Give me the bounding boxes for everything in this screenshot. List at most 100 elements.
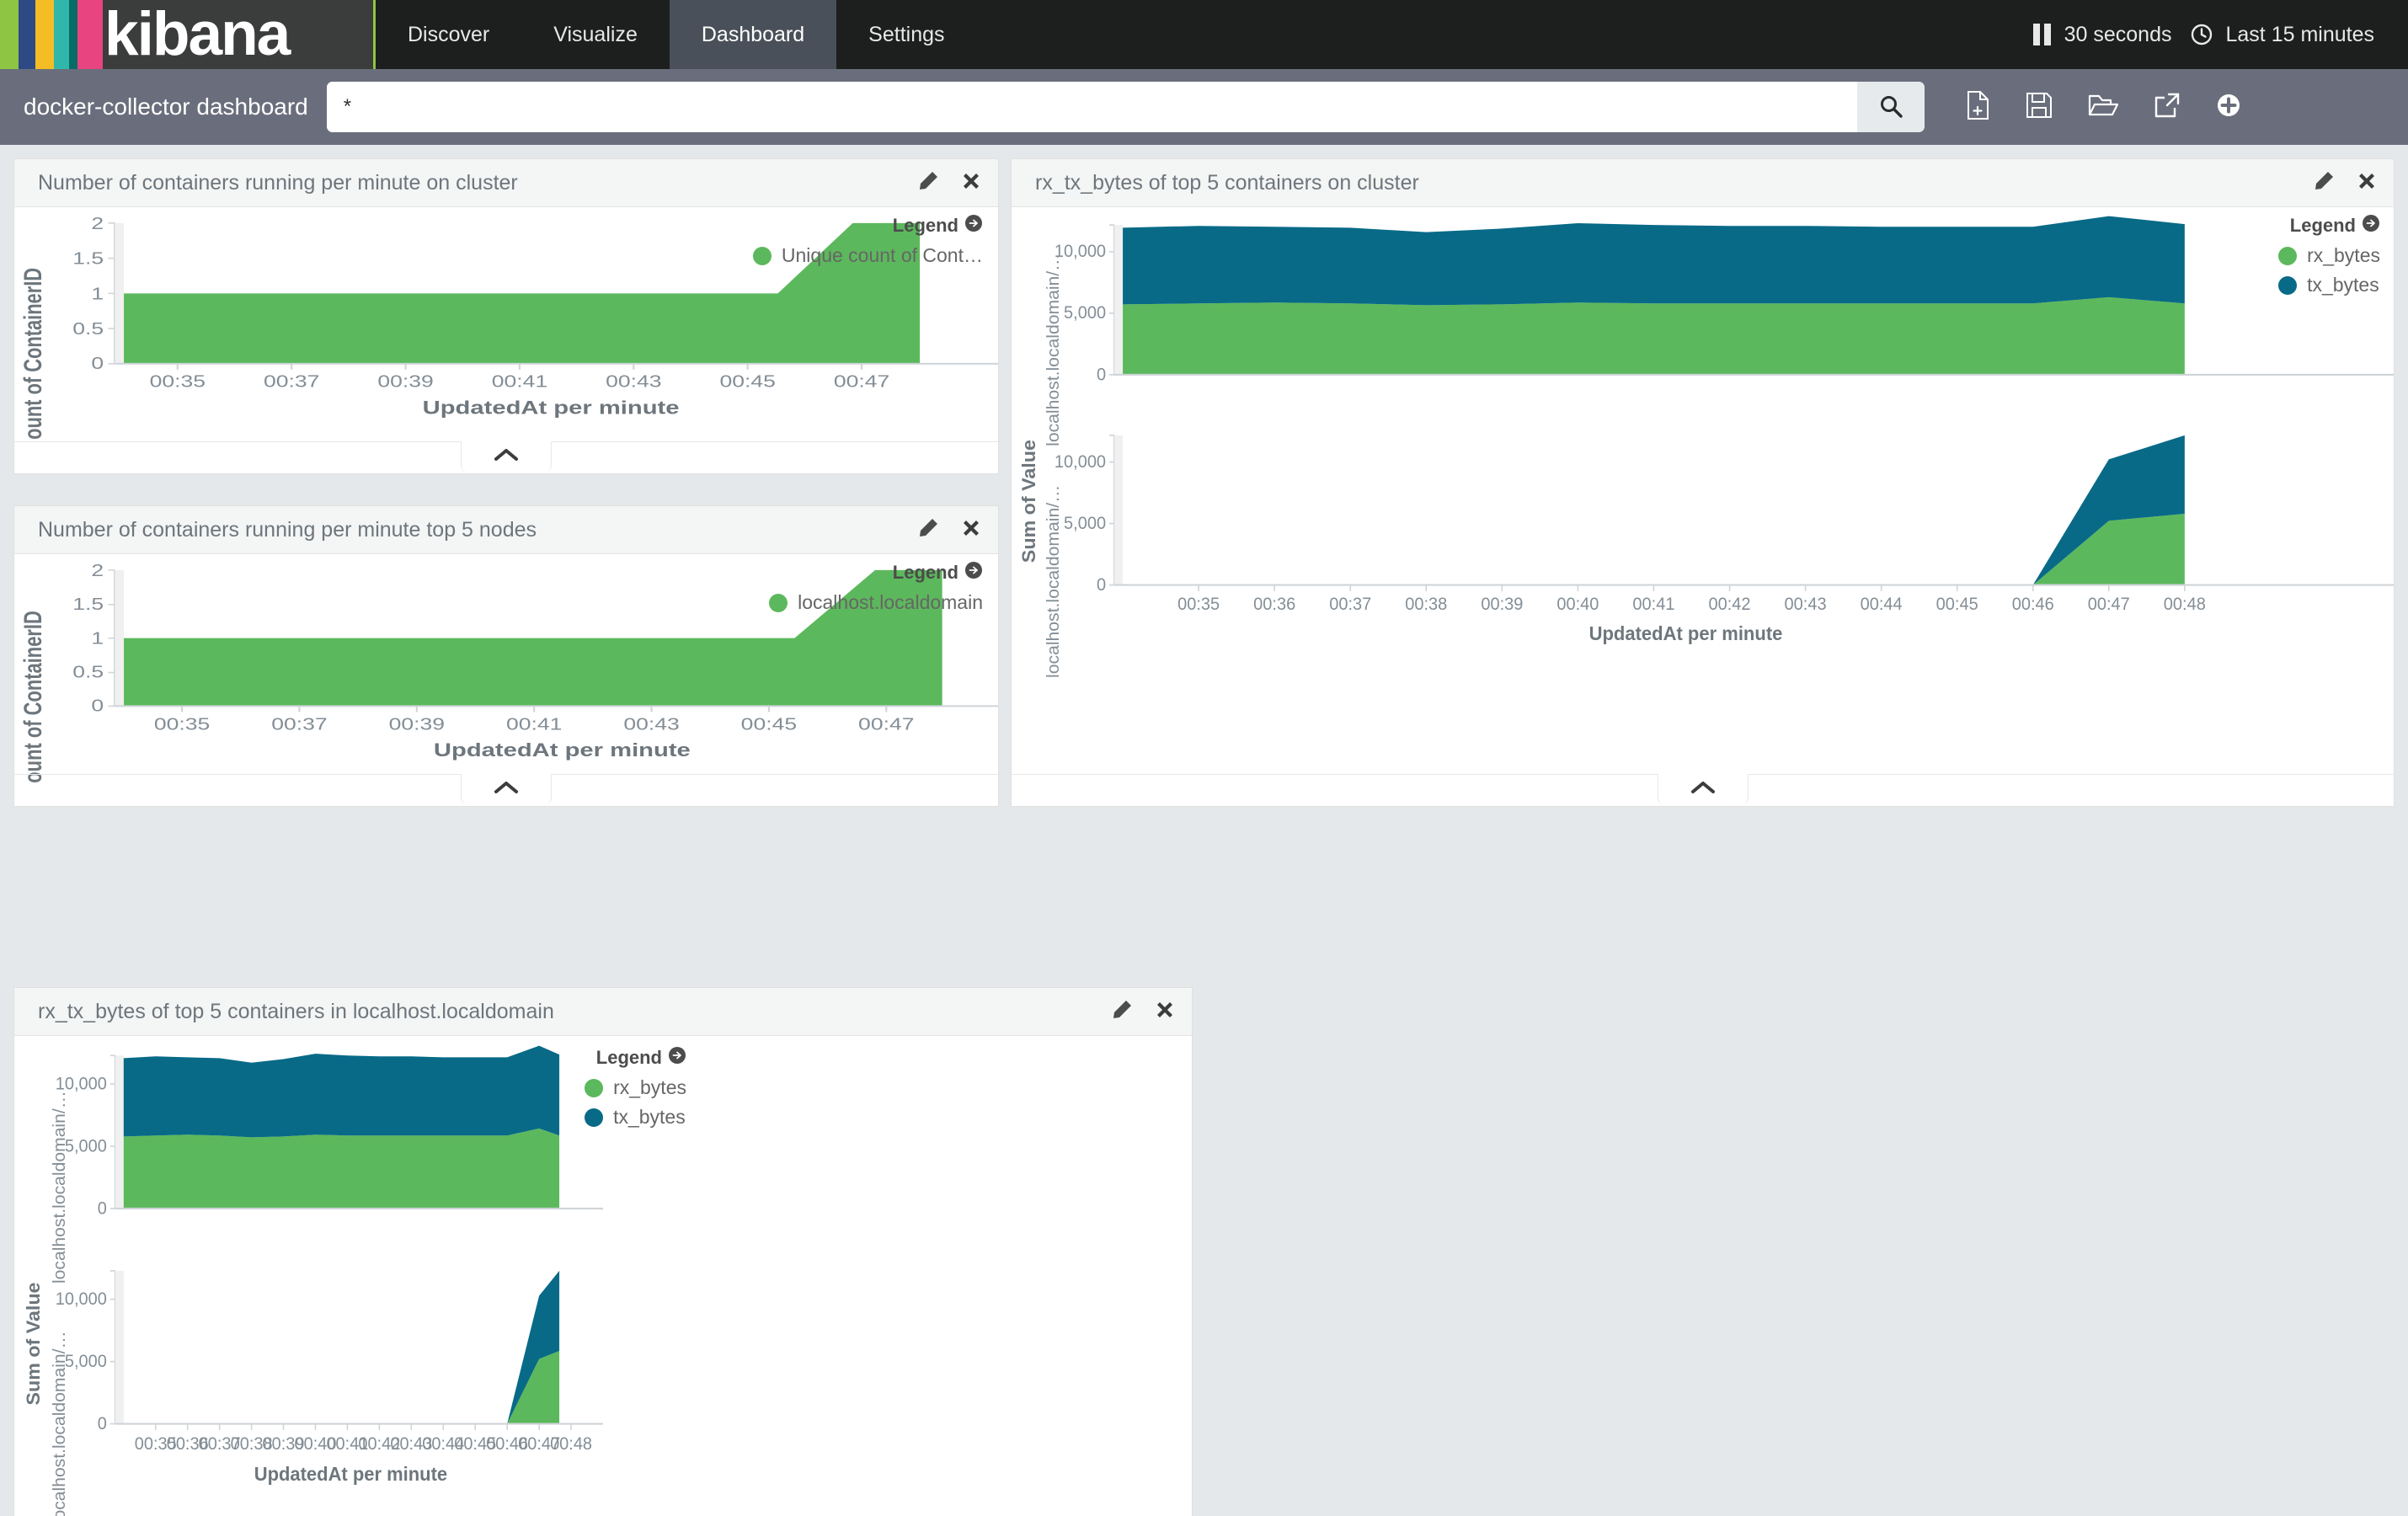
visualization-simple-area-0[interactable]: ount of ContainerID 0 0.5 1 1.5 2 00:35 …	[14, 207, 998, 473]
legend-item[interactable]: Unique count of Cont…	[752, 244, 983, 267]
logo-bar-5	[77, 0, 103, 69]
panel-close-button[interactable]	[2357, 171, 2377, 195]
svg-text:2: 2	[91, 561, 104, 579]
pencil-icon	[2313, 170, 2335, 196]
legend-title[interactable]: Legend	[2278, 214, 2380, 238]
y-tick-0: 0	[91, 354, 104, 372]
legend-item[interactable]: localhost.localdomain	[769, 591, 983, 614]
panel-body: Sum of Value localhost.localdomain/… 10,…	[14, 1036, 1192, 1516]
svg-text:00:44: 00:44	[1861, 595, 1903, 615]
legend-item[interactable]: rx_bytes	[585, 1076, 686, 1099]
panel-collapse-button[interactable]	[461, 441, 552, 472]
save-dashboard-button[interactable]	[2026, 92, 2053, 123]
series-tx-bytes-row0	[1123, 216, 2185, 306]
legend-expand-icon[interactable]	[964, 214, 983, 238]
legend-title[interactable]: Legend	[769, 561, 983, 585]
visualization-stacked-area-3[interactable]: Sum of Value localhost.localdomain/… 10,…	[14, 1036, 1192, 1516]
open-dashboard-button[interactable]	[2088, 93, 2118, 122]
svg-text:00:47: 00:47	[2088, 595, 2130, 615]
y-tick-2: 1	[91, 285, 104, 303]
clock-icon	[2191, 24, 2213, 45]
panel-collapse-button[interactable]	[461, 774, 552, 805]
close-icon	[961, 518, 981, 542]
svg-text:00:39: 00:39	[389, 714, 445, 733]
pencil-icon	[917, 170, 939, 196]
panel-containers-top5-nodes: Number of containers running per minute …	[13, 505, 999, 807]
search-button[interactable]	[1856, 82, 1925, 132]
svg-text:00:43: 00:43	[606, 372, 661, 391]
svg-text:00:38: 00:38	[1405, 595, 1447, 615]
new-document-icon	[1965, 90, 1990, 124]
svg-text:00:43: 00:43	[623, 714, 679, 733]
panel-edit-button[interactable]	[917, 517, 939, 543]
panel-close-button[interactable]	[961, 171, 981, 195]
add-visualization-button[interactable]	[2216, 93, 2241, 122]
panel-header: rx_tx_bytes of top 5 containers on clust…	[1012, 159, 2394, 207]
visualization-stacked-area-2[interactable]: Sum of Value localhost.localdomain/… 10,…	[1012, 207, 2394, 806]
legend-color-swatch	[2278, 275, 2298, 295]
legend-expand-icon[interactable]	[964, 561, 983, 585]
panel-collapse-button[interactable]	[1657, 774, 1749, 805]
y-axis-title-1: ount of ContainerID	[20, 611, 47, 783]
x-axis-title-2: UpdatedAt per minute	[1589, 622, 1783, 645]
panel-header: rx_tx_bytes of top 5 containers in local…	[14, 988, 1192, 1036]
legend-item[interactable]: tx_bytes	[585, 1106, 686, 1129]
legend-title[interactable]: Legend	[585, 1046, 686, 1070]
legend-item[interactable]: rx_bytes	[2278, 244, 2380, 267]
panel-body: Sum of Value localhost.localdomain/… 10,…	[1012, 207, 2394, 806]
svg-text:00:41: 00:41	[1632, 595, 1674, 615]
query-bar: docker-collector dashboard	[0, 69, 2408, 145]
panel-body: ount of ContainerID 0 0.5 1 1.5 2 00:35 …	[14, 554, 998, 806]
legend-title[interactable]: Legend	[753, 214, 983, 238]
share-dashboard-button[interactable]	[2154, 92, 2181, 123]
panel-tools	[2313, 170, 2377, 196]
logo-bar-2	[35, 0, 54, 69]
page-title: docker-collector dashboard	[24, 93, 308, 120]
legend-0: Legend Unique count of Cont…	[752, 214, 983, 274]
time-range-control[interactable]: Last 15 minutes	[2191, 23, 2374, 47]
external-link-icon	[2154, 92, 2181, 123]
legend-expand-icon[interactable]	[668, 1046, 686, 1070]
search-container	[326, 82, 1925, 132]
svg-text:00:46: 00:46	[2012, 595, 2054, 615]
svg-text:1: 1	[91, 629, 104, 648]
svg-text:00:47: 00:47	[858, 714, 914, 733]
panel-edit-button[interactable]	[917, 170, 939, 196]
legend-expand-icon[interactable]	[2362, 214, 2380, 238]
legend-item[interactable]: tx_bytes	[2278, 274, 2380, 296]
panel-tools	[1111, 999, 1175, 1025]
search-input[interactable]	[326, 82, 1857, 132]
svg-text:5,000: 5,000	[1064, 303, 1106, 323]
nav-link-dashboard[interactable]: Dashboard	[669, 0, 837, 69]
svg-text:00:41: 00:41	[506, 714, 562, 733]
panel-close-button[interactable]	[961, 518, 981, 542]
dashboard-grid: Number of containers running per minute …	[0, 145, 2408, 1516]
visualization-simple-area-1[interactable]: ount of ContainerID 0 0.5 1 1.5 2 00:35 …	[14, 554, 998, 806]
y-axis-title-3: Sum of Value	[24, 1283, 44, 1406]
svg-text:00:45: 00:45	[1936, 595, 1978, 615]
floppy-disk-icon	[2026, 92, 2053, 123]
new-dashboard-button[interactable]	[1965, 90, 1990, 124]
y-tick-4: 2	[91, 214, 104, 232]
row-label-0: localhost.localdomain/…	[50, 1091, 68, 1284]
panel-edit-button[interactable]	[1111, 999, 1133, 1025]
panel-close-button[interactable]	[1155, 1000, 1175, 1024]
nav-link-settings[interactable]: Settings	[836, 0, 976, 69]
row-label-1: localhost.localdomain/…	[1044, 485, 1063, 678]
legend-item-label: Unique count of Cont…	[781, 244, 983, 266]
series-rx-bytes-row0	[1123, 296, 2185, 375]
chart-row-0: localhost.localdomain/… 10,000 5,000 0	[50, 1045, 603, 1284]
svg-text:00:43: 00:43	[1785, 595, 1827, 615]
refresh-interval-label: 30 seconds	[2064, 22, 2172, 46]
nav-links: Discover Visualize Dashboard Settings	[376, 0, 977, 69]
refresh-interval-control[interactable]: 30 seconds	[2032, 22, 2172, 47]
svg-text:00:36: 00:36	[1253, 595, 1295, 615]
panel-edit-button[interactable]	[2313, 170, 2335, 196]
close-icon	[961, 171, 981, 195]
panel-title: Number of containers running per minute …	[38, 170, 518, 195]
nav-link-discover[interactable]: Discover	[376, 0, 521, 69]
nav-link-visualize[interactable]: Visualize	[521, 0, 670, 69]
kibana-logo[interactable]: kibana	[0, 0, 376, 69]
logo-bar-0	[0, 0, 19, 69]
svg-text:5,000: 5,000	[65, 1136, 107, 1156]
